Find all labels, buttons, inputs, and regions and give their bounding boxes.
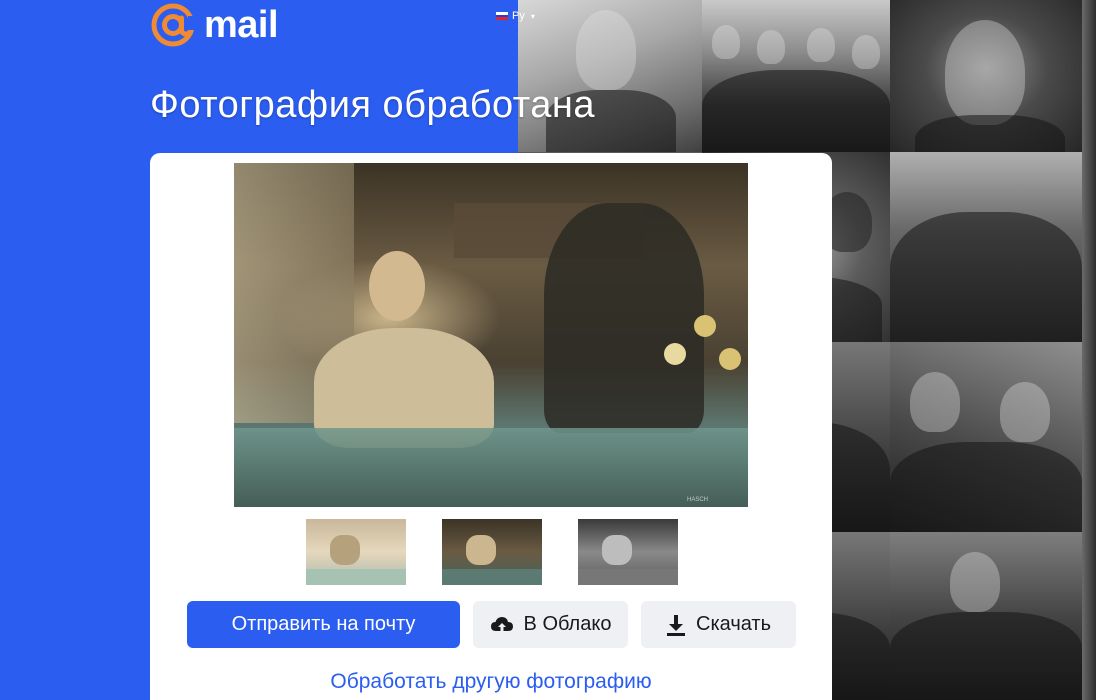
collage-photo — [1082, 532, 1096, 700]
send-email-button[interactable]: Отправить на почту — [187, 601, 460, 648]
send-email-label: Отправить на почту — [231, 613, 416, 635]
mail-logo[interactable]: mail — [150, 2, 279, 48]
collage-photo — [890, 152, 1082, 342]
language-selector[interactable]: Ру ▾ — [496, 10, 535, 22]
logo-text: mail — [204, 4, 279, 46]
chevron-down-icon: ▾ — [530, 11, 535, 21]
process-another-link[interactable]: Обработать другую фотографию — [150, 670, 832, 694]
collage-photo — [702, 0, 890, 152]
processed-photo: HASCH — [234, 163, 748, 507]
russia-flag-icon — [496, 12, 508, 21]
result-card: HASCH Отправить на почту В Облако Скачат… — [150, 153, 832, 700]
thumbnail-variant-color[interactable] — [442, 519, 542, 585]
download-button[interactable]: Скачать — [641, 601, 796, 648]
cloud-upload-icon — [490, 615, 514, 635]
download-icon — [666, 614, 686, 636]
action-buttons: Отправить на почту В Облако Скачать — [187, 601, 796, 648]
cloud-label: В Облако — [523, 613, 612, 635]
language-label: Ру — [512, 10, 525, 22]
thumbnail-variant-bw[interactable] — [578, 519, 678, 585]
collage-photo — [890, 0, 1082, 152]
photo-watermark: HASCH — [686, 497, 708, 503]
collage-photo — [516, 0, 702, 152]
thumbnail-variant-light[interactable] — [306, 519, 406, 585]
collage-photo — [1082, 0, 1096, 152]
page-title: Фотография обработана — [150, 84, 596, 126]
collage-photo — [890, 532, 1082, 700]
collage-photo — [890, 342, 1082, 532]
filter-thumbnails — [306, 519, 678, 585]
at-sign-icon — [150, 2, 196, 48]
download-label: Скачать — [696, 613, 771, 635]
cloud-button[interactable]: В Облако — [473, 601, 628, 648]
collage-photo — [1082, 342, 1096, 532]
collage-photo — [1082, 152, 1096, 342]
